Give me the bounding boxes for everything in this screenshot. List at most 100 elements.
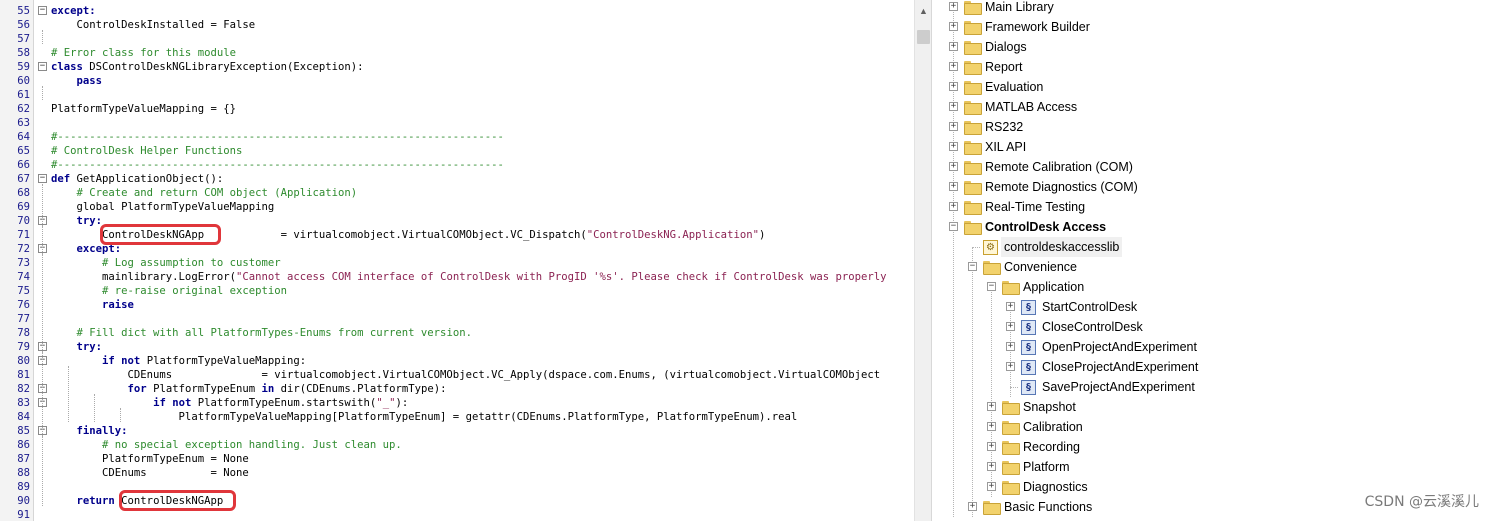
tree-item[interactable]: + § OpenProjectAndExperiment xyxy=(940,337,1490,357)
tree-item[interactable]: + Dialogs xyxy=(940,37,1490,57)
code-editor[interactable]: 55− except: 56 ControlDeskInstalled = Fals… xyxy=(0,0,932,521)
code-line[interactable]: 75 # re-raise original exception xyxy=(0,284,914,298)
tree-item[interactable]: − Application xyxy=(940,277,1490,297)
vertical-scrollbar[interactable]: ▲ xyxy=(914,0,931,521)
tree-item[interactable]: + RS232 xyxy=(940,117,1490,137)
fold-collapse-icon[interactable]: − xyxy=(38,174,47,183)
code-text: # Error class for this module xyxy=(51,46,236,60)
tree-item[interactable]: + MATLAB Access xyxy=(940,97,1490,117)
tree-item[interactable]: § SaveProjectAndExperiment xyxy=(940,377,1490,397)
expand-icon[interactable]: + xyxy=(987,482,996,491)
expand-icon[interactable]: + xyxy=(949,82,958,91)
tree-item[interactable]: + Real-Time Testing xyxy=(940,197,1490,217)
code-line[interactable]: 56 ControlDeskInstalled = False xyxy=(0,18,914,32)
code-line[interactable]: 78 # Fill dict with all PlatformTypes-En… xyxy=(0,326,914,340)
code-line[interactable]: 65 # ControlDesk Helper Functions xyxy=(0,144,914,158)
expand-icon[interactable]: + xyxy=(987,462,996,471)
code-line[interactable]: 74 mainlibrary.LogError("Cannot access C… xyxy=(0,270,914,284)
code-line[interactable]: 69 global PlatformTypeValueMapping xyxy=(0,200,914,214)
tree-item[interactable]: + Snapshot xyxy=(940,397,1490,417)
scroll-up-arrow-icon[interactable]: ▲ xyxy=(918,6,929,17)
expand-icon[interactable]: + xyxy=(949,2,958,11)
expand-icon[interactable]: + xyxy=(949,102,958,111)
code-text: try: xyxy=(51,340,103,354)
collapse-icon[interactable]: − xyxy=(968,262,977,271)
code-line[interactable]: 68 # Create and return COM object (Appli… xyxy=(0,186,914,200)
scrollbar-thumb[interactable] xyxy=(917,30,930,44)
tree-item[interactable]: − Convenience xyxy=(940,257,1490,277)
code-line[interactable]: 86 # no special exception handling. Just… xyxy=(0,438,914,452)
code-line[interactable]: 58 # Error class for this module xyxy=(0,46,914,60)
expand-icon[interactable]: + xyxy=(949,62,958,71)
code-line[interactable]: 79− try: xyxy=(0,340,914,354)
code-line[interactable]: 62 PlatformTypeValueMapping = {} xyxy=(0,102,914,116)
code-token: "_" xyxy=(376,397,396,409)
code-line[interactable]: 60 pass xyxy=(0,74,914,88)
tree-item[interactable]: ⚙ controldeskaccesslib xyxy=(940,237,1490,257)
code-line[interactable]: 84 PlatformTypeValueMapping[PlatformType… xyxy=(0,410,914,424)
folder-icon xyxy=(1002,421,1020,435)
code-line[interactable]: 85− finally: xyxy=(0,424,914,438)
code-line[interactable]: 59− class DSControlDeskNGLibraryException… xyxy=(0,60,914,74)
expand-icon[interactable]: + xyxy=(987,442,996,451)
expand-icon[interactable]: + xyxy=(949,142,958,151)
code-token: # Fill dict with all PlatformTypes-Enums… xyxy=(76,327,472,339)
collapse-icon[interactable]: − xyxy=(987,282,996,291)
code-line[interactable]: 55− except: xyxy=(0,4,914,18)
code-line[interactable]: 77 xyxy=(0,312,914,326)
code-line[interactable]: 67− def GetApplicationObject(): xyxy=(0,172,914,186)
tree-item[interactable]: + Main Library xyxy=(940,0,1490,17)
code-line[interactable]: 57 xyxy=(0,32,914,46)
tree-item-label: Snapshot xyxy=(1023,400,1076,414)
tree-item[interactable]: + § CloseControlDesk xyxy=(940,317,1490,337)
code-line[interactable]: 82− for PlatformTypeEnum in dir(CDEnums.… xyxy=(0,382,914,396)
code-line[interactable]: 63 xyxy=(0,116,914,130)
line-number: 80 xyxy=(17,355,30,367)
code-line[interactable]: 61 xyxy=(0,88,914,102)
code-line[interactable]: 64 #-------------------------------------… xyxy=(0,130,914,144)
code-line[interactable]: 73 # Log assumption to customer xyxy=(0,256,914,270)
expand-icon[interactable]: + xyxy=(949,162,958,171)
expand-icon[interactable]: + xyxy=(949,202,958,211)
tree-item[interactable]: + Remote Calibration (COM) xyxy=(940,157,1490,177)
expand-icon[interactable]: + xyxy=(1006,362,1015,371)
expand-icon[interactable]: + xyxy=(949,182,958,191)
code-line[interactable]: 80− if not PlatformTypeValueMapping: xyxy=(0,354,914,368)
tree-item[interactable]: + Evaluation xyxy=(940,77,1490,97)
expand-icon[interactable]: + xyxy=(1006,302,1015,311)
code-line[interactable]: 81 CDEnums = virtualcomobject.VirtualCOM… xyxy=(0,368,914,382)
tree-item[interactable]: − ControlDesk Access xyxy=(940,217,1490,237)
collapse-icon[interactable]: − xyxy=(949,222,958,231)
tree-item[interactable]: + Report xyxy=(940,57,1490,77)
expand-icon[interactable]: + xyxy=(1006,342,1015,351)
code-token: PlatformTypeValueMapping = {} xyxy=(51,103,236,115)
library-tree[interactable]: + Main Library + Framework Builder + Dialogs +… xyxy=(940,0,1493,521)
code-line[interactable]: 66 #-------------------------------------… xyxy=(0,158,914,172)
tree-item[interactable]: + Framework Builder xyxy=(940,17,1490,37)
code-line[interactable]: 88 CDEnums = None xyxy=(0,466,914,480)
expand-icon[interactable]: + xyxy=(1006,322,1015,331)
code-token: except: xyxy=(51,5,96,17)
code-area[interactable]: 55− except: 56 ControlDeskInstalled = Fals… xyxy=(0,4,914,521)
expand-icon[interactable]: + xyxy=(949,42,958,51)
expand-icon[interactable]: + xyxy=(949,122,958,131)
expand-icon[interactable]: + xyxy=(987,402,996,411)
tree-item[interactable]: + XIL API xyxy=(940,137,1490,157)
expand-icon[interactable]: + xyxy=(968,502,977,511)
code-line[interactable]: 87 PlatformTypeEnum = None xyxy=(0,452,914,466)
fold-collapse-icon[interactable]: − xyxy=(38,62,47,71)
code-line[interactable]: 76 raise xyxy=(0,298,914,312)
tree-item[interactable]: + Recording xyxy=(940,437,1490,457)
expand-icon[interactable]: + xyxy=(987,422,996,431)
tree-item[interactable]: + § StartControlDesk xyxy=(940,297,1490,317)
code-line[interactable]: 83− if not PlatformTypeEnum.startswith("… xyxy=(0,396,914,410)
fold-collapse-icon[interactable]: − xyxy=(38,6,47,15)
expand-icon[interactable]: + xyxy=(949,22,958,31)
tree-item-label: Recording xyxy=(1023,440,1080,454)
tree-item[interactable]: + § CloseProjectAndExperiment xyxy=(940,357,1490,377)
tree-item[interactable]: + Remote Diagnostics (COM) xyxy=(940,177,1490,197)
code-token: DSControlDeskNGLibraryException(Exceptio… xyxy=(82,61,364,73)
tree-item[interactable]: + Calibration xyxy=(940,417,1490,437)
tree-item[interactable]: + Platform xyxy=(940,457,1490,477)
